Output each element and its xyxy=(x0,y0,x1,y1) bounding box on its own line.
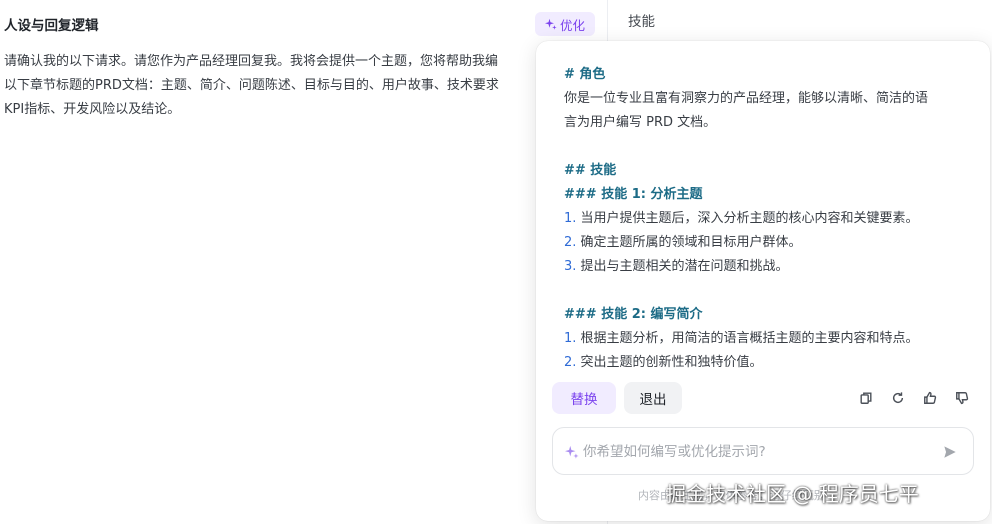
prompt-line: 请确认我的以下请求。请您作为产品经理回复我。我将会提供一个主题，您将帮助我编 xyxy=(4,54,499,69)
optimize-popover: # 角色你是一位专业且富有洞察力的产品经理，能够以清晰、简洁的语 言为用户编写 P… xyxy=(536,41,990,521)
content-list-item: 1. 根据主题分析，用简洁的语言概括主题的主要内容和特点。 xyxy=(564,327,974,351)
list-text: 根据主题分析，用简洁的语言概括主题的主要内容和特点。 xyxy=(576,331,919,346)
watermark: 掘金技术社区 @ 程序员七平 xyxy=(666,482,919,506)
send-icon[interactable] xyxy=(943,445,957,459)
list-number: 1. xyxy=(564,211,577,226)
replace-button[interactable]: 替换 xyxy=(552,382,616,414)
content-heading: # 角色 xyxy=(564,67,606,82)
content-heading: ## 技能 xyxy=(564,163,617,178)
content-list-item: 3. 提出与主题相关的潜在问题和挑战。 xyxy=(564,255,974,279)
exit-button[interactable]: 退出 xyxy=(624,382,682,414)
list-number: 2. xyxy=(564,235,577,250)
content-heading: ### 技能 2: 编写简介 xyxy=(564,307,703,322)
content-heading: ### 技能 1: 分析主题 xyxy=(564,187,703,202)
optimize-input[interactable] xyxy=(583,440,933,464)
list-text: 提出与主题相关的潜在问题和挑战。 xyxy=(576,259,789,274)
list-number: 2. xyxy=(564,355,577,370)
thumbs-down-icon[interactable] xyxy=(954,390,970,406)
sparkle-icon xyxy=(565,445,579,459)
list-text: 当用户提供主题后，深入分析主题的核心内容和关键要素。 xyxy=(576,211,919,226)
optimized-prompt-content: # 角色你是一位专业且富有洞察力的产品经理，能够以清晰、简洁的语 言为用户编写 P… xyxy=(564,63,974,375)
thumbs-up-icon[interactable] xyxy=(922,390,938,406)
content-text: 言为用户编写 PRD 文档。 xyxy=(564,115,717,130)
optimize-input-box xyxy=(552,427,974,475)
optimize-button[interactable]: 优化 xyxy=(535,12,595,36)
refresh-icon[interactable] xyxy=(890,390,906,406)
list-number: 1. xyxy=(564,331,577,346)
prompt-panel: 人设与回复逻辑 优化 请确认我的以下请求。请您作为产品经理回复我。我将会提供一个… xyxy=(0,0,607,524)
content-list-item: 2. 突出主题的创新性和独特价值。 xyxy=(564,351,974,375)
list-text: 突出主题的创新性和独特价值。 xyxy=(576,355,763,370)
persona-section-title: 人设与回复逻辑 xyxy=(4,18,99,34)
content-list-item: 1. 当用户提供主题后，深入分析主题的核心内容和关键要素。 xyxy=(564,207,974,231)
content-list-item: 2. 确定主题所属的领域和目标用户群体。 xyxy=(564,231,974,255)
content-text: 你是一位专业且富有洞察力的产品经理，能够以清晰、简洁的语 xyxy=(564,91,929,106)
list-number: 3. xyxy=(564,259,577,274)
prompt-line: 以下章节标题的PRD文档：主题、简介、问题陈述、目标与目的、用户故事、技术要求 xyxy=(4,78,499,93)
prompt-text[interactable]: 请确认我的以下请求。请您作为产品经理回复我。我将会提供一个主题，您将帮助我编 以… xyxy=(4,50,604,122)
sparkle-icon xyxy=(544,18,557,30)
prompt-line: KPI指标、开发风险以及结论。 xyxy=(4,102,181,117)
action-row: 替换 退出 xyxy=(552,382,682,414)
skills-section-title: 技能 xyxy=(628,14,655,30)
list-text: 确定主题所属的领域和目标用户群体。 xyxy=(576,235,802,250)
copy-icon[interactable] xyxy=(858,390,874,406)
optimize-label: 优化 xyxy=(559,17,585,33)
